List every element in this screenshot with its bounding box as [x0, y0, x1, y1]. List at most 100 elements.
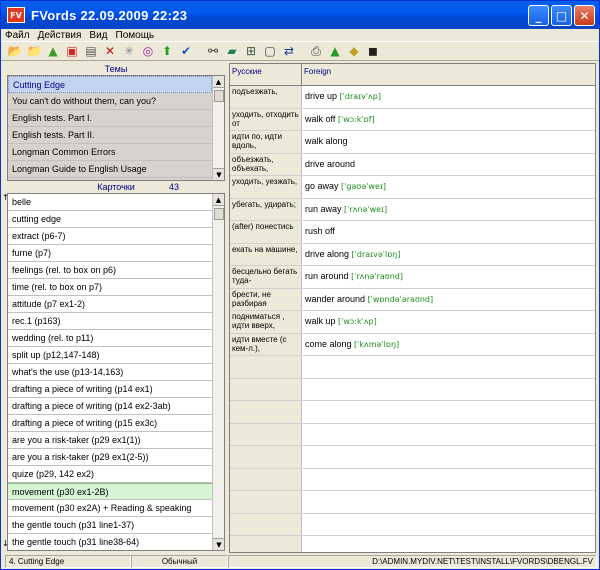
export-icon[interactable]: ▲	[327, 43, 343, 59]
card-item[interactable]: split up (p12,147-148)	[8, 347, 212, 364]
open-folder-icon[interactable]: 📂	[7, 43, 23, 59]
foreign-cell	[302, 536, 595, 552]
foreign-cell: drive around	[302, 154, 595, 176]
title-bar[interactable]: FV FVords 22.09.2009 22:23 _ □ ✕	[1, 1, 599, 29]
theme-item[interactable]: Longman Guide to English Usage	[8, 161, 212, 178]
table-row[interactable]	[230, 536, 595, 552]
scroll-thumb[interactable]	[214, 208, 224, 220]
table-row[interactable]: убегать, удирать; run away [ˈrʌnəˈweɪ]	[230, 198, 595, 221]
cards-scrollbar[interactable]: ▲ ▼	[212, 194, 224, 550]
check-icon[interactable]: ✔	[178, 43, 194, 59]
card-item[interactable]: attitude (p7 ex1-2)	[8, 296, 212, 313]
card-item[interactable]: feelings (rel. to box on p6)	[8, 262, 212, 279]
card-item[interactable]: furne (p7)	[8, 245, 212, 262]
cards-count: 43	[169, 182, 180, 192]
table-row[interactable]: брести, не разбирая wander around [ˈwɒndə…	[230, 288, 595, 311]
scroll-down-icon[interactable]: ▼	[213, 168, 224, 180]
transcription: [ˈrʌnəˈweɪ]	[344, 204, 388, 214]
scroll-up-icon[interactable]: ▲	[213, 194, 224, 206]
menu-help[interactable]: Помощь	[112, 30, 159, 41]
table-row[interactable]	[230, 491, 595, 514]
foreign-cell: go away [ˈɡəʊəˈweɪ]	[302, 176, 595, 198]
book-icon[interactable]: ▰	[224, 43, 240, 59]
close-button[interactable]: ✕	[574, 5, 595, 26]
card-item[interactable]: drafting a piece of writing (p15 ex3c)	[8, 415, 212, 432]
delete-icon[interactable]: ✕	[102, 43, 118, 59]
theme-item[interactable]: Cutting Edge	[8, 76, 212, 93]
scroll-down-icon[interactable]: ▼	[213, 538, 224, 550]
card-item[interactable]: what's the use (p13-14,163)	[8, 364, 212, 381]
card-item[interactable]: drafting a piece of writing (p14 ex1)	[8, 381, 212, 398]
table-row[interactable]: подниматься , идти вверх, walk up [ˈwɔːkˈ…	[230, 311, 595, 334]
folder-icon[interactable]: 📁	[26, 43, 42, 59]
russian-cell: уходить, отходить от	[230, 108, 302, 130]
table-row[interactable]: идти вместе (с кем-л.), come along [ˈkʌmə…	[230, 333, 595, 356]
table-row[interactable]: идти по, идти вдоль, walk along	[230, 131, 595, 154]
table-header: Русские Foreign	[230, 64, 595, 86]
theme-item[interactable]: Longman Common Errors	[8, 144, 212, 161]
table-row[interactable]: ехать на машине, drive along [ˈdraɪvəˈlɒŋ…	[230, 243, 595, 266]
table-row[interactable]: уходить, отходить от walk off [ˈwɔːkˈɒf]	[230, 108, 595, 131]
card-item[interactable]: movement (p30 ex2A) + Reading & speaking	[8, 500, 212, 517]
table-row[interactable]: уходить, уезжать, go away [ˈɡəʊəˈweɪ]	[230, 176, 595, 199]
save-icon[interactable]: ◼	[365, 43, 381, 59]
transcription: [ˈɡəʊəˈweɪ]	[341, 182, 386, 191]
russian-cell	[230, 536, 302, 552]
minimize-button[interactable]: _	[528, 5, 549, 26]
theme-item[interactable]: English tests. Part II.	[8, 127, 212, 144]
scroll-up-icon[interactable]: ▲	[213, 76, 224, 88]
maximize-button[interactable]: □	[551, 5, 572, 26]
themes-scrollbar[interactable]: ▲ ▼	[212, 76, 224, 180]
column-russian[interactable]: Русские	[230, 64, 302, 85]
grid-icon[interactable]: ⊞	[243, 43, 259, 59]
menu-file[interactable]: Файл	[1, 30, 34, 41]
scroll-thumb[interactable]	[214, 90, 224, 102]
card-item[interactable]: cutting edge	[8, 211, 212, 228]
binoculars-icon[interactable]: ⚯	[205, 43, 221, 59]
card-item[interactable]: are you a risk-taker (p29 ex1(1))	[8, 432, 212, 449]
table-row[interactable]	[230, 446, 595, 469]
card-item[interactable]: belle	[8, 194, 212, 211]
russian-cell	[230, 356, 302, 378]
menu-actions[interactable]: Действия	[34, 30, 86, 41]
transcription: [ˈwɔːkˈʌp]	[338, 317, 377, 326]
tree-icon[interactable]: ▲	[45, 43, 61, 59]
card-item[interactable]: are you a risk-taker (p29 ex1(2-5))	[8, 449, 212, 466]
star-icon[interactable]: ✳	[121, 43, 137, 59]
table-row[interactable]	[230, 378, 595, 401]
transcription: [ˈwɔːkˈɒf]	[337, 114, 375, 124]
card-item[interactable]: rec.1 (p163)	[8, 313, 212, 330]
table-row[interactable]	[230, 401, 595, 424]
foreign-cell	[302, 491, 595, 513]
russian-cell	[230, 468, 302, 490]
target-icon[interactable]: ◎	[140, 43, 156, 59]
card-item[interactable]: movement (p30 ex1-2B)	[8, 483, 212, 500]
table-row[interactable]	[230, 468, 595, 491]
foreign-cell: walk off [ˈwɔːkˈɒf]	[302, 109, 595, 131]
table-row[interactable]: бесцельно бегать туда-run around [ˈrʌnəˈ…	[230, 266, 595, 289]
theme-item[interactable]: You can't do without them, can you?	[8, 93, 212, 110]
table-row[interactable]: (after) понестись rush off	[230, 221, 595, 244]
arrow-up-icon[interactable]: ⬆	[159, 43, 175, 59]
table-row[interactable]	[230, 356, 595, 379]
card-item[interactable]: wedding (rel. to p11)	[8, 330, 212, 347]
import-icon[interactable]: ◆	[346, 43, 362, 59]
card-item[interactable]: quize (p29, 142 ex2)	[8, 466, 212, 483]
card-item[interactable]: time (rel. to box on p7)	[8, 279, 212, 296]
swap-icon[interactable]: ⇄	[281, 43, 297, 59]
card-item[interactable]: extract (p6-7)	[8, 228, 212, 245]
table-row[interactable]: объезжать, объехать, drive around	[230, 153, 595, 176]
print-icon[interactable]: ⎙	[308, 43, 324, 59]
add-card-icon[interactable]: ▣	[64, 43, 80, 59]
card-item[interactable]: the gentle touch (p31 line1-37)	[8, 517, 212, 534]
table-row[interactable]	[230, 423, 595, 446]
column-foreign[interactable]: Foreign	[302, 64, 333, 85]
menu-view[interactable]: Вид	[85, 30, 111, 41]
table-row[interactable]: подъезжать, drive up [ˈdraɪvˈʌp]	[230, 86, 595, 109]
table-row[interactable]	[230, 513, 595, 536]
list-icon[interactable]: ▤	[83, 43, 99, 59]
card-item[interactable]: drafting a piece of writing (p14 ex2-3ab…	[8, 398, 212, 415]
card-item[interactable]: the gentle touch (p31 line38-64)	[8, 534, 212, 550]
theme-item[interactable]: English tests. Part I.	[8, 110, 212, 127]
window-icon[interactable]: ▢	[262, 43, 278, 59]
